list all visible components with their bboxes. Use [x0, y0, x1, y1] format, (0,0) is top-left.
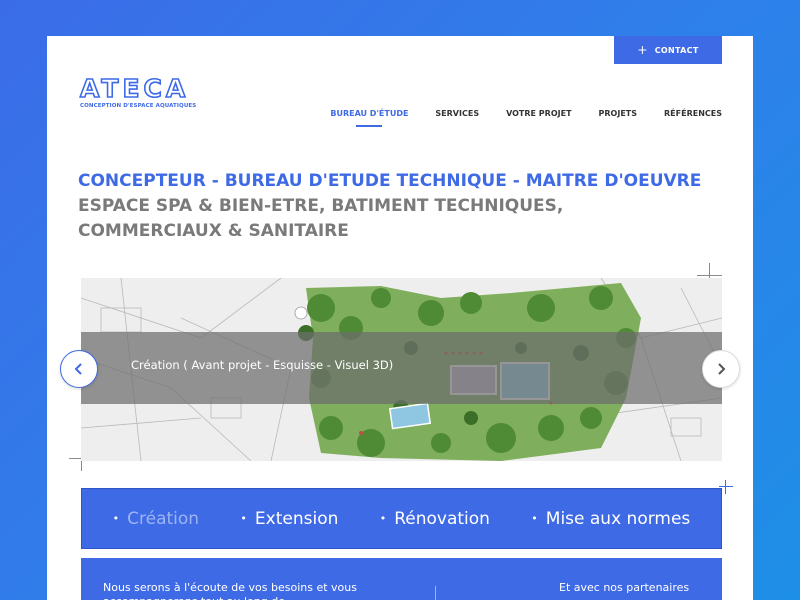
services-bar: • Création • Extension • Rénovation • Mi… — [81, 488, 722, 549]
chevron-left-icon — [74, 363, 82, 375]
nav-item-references[interactable]: RÉFÉRENCES — [664, 109, 722, 118]
slider-prev-button[interactable] — [60, 350, 98, 388]
partners-text: Et avec nos partenaires — [559, 581, 690, 594]
plus-icon: + — [637, 43, 648, 57]
service-label: Création — [127, 508, 200, 529]
bullet-icon: • — [531, 512, 538, 525]
service-mise-aux-normes[interactable]: • Mise aux normes — [531, 509, 690, 529]
logo-tagline: CONCEPTION D'ESPACE AQUATIQUES — [80, 103, 197, 109]
chevron-right-icon — [718, 363, 726, 375]
headline-line-1: CONCEPTEUR - BUREAU D'ETUDE TECHNIQUE - … — [78, 171, 702, 191]
logo-wordmark: ATECA — [79, 74, 190, 103]
nav-item-bureau-etude[interactable]: BUREAU D'ÉTUDE — [330, 109, 408, 118]
service-creation[interactable]: • Création — [113, 509, 199, 529]
intro-text: Nous serons à l'écoute de vos besoins et… — [103, 581, 357, 600]
contact-button[interactable]: + CONTACT — [614, 36, 722, 64]
service-label: Rénovation — [394, 508, 490, 529]
panel-divider — [435, 586, 436, 600]
service-label: Extension — [254, 508, 339, 529]
slide-caption-bar: Création ( Avant projet - Esquisse - Vis… — [81, 332, 722, 404]
slider-next-button[interactable] — [702, 350, 740, 388]
logo[interactable]: ATECA CONCEPTION D'ESPACE AQUATIQUES — [79, 74, 197, 109]
main-nav: BUREAU D'ÉTUDE SERVICES VOTRE PROJET PRO… — [330, 109, 722, 118]
service-extension[interactable]: • Extension — [240, 509, 338, 529]
bullet-icon: • — [112, 512, 120, 525]
nav-item-votre-projet[interactable]: VOTRE PROJET — [506, 109, 571, 118]
service-renovation[interactable]: • Rénovation — [380, 509, 490, 529]
intro-panel: Nous serons à l'écoute de vos besoins et… — [81, 558, 722, 600]
slide-caption: Création ( Avant projet - Esquisse - Vis… — [131, 358, 394, 372]
bullet-icon: • — [379, 512, 387, 525]
service-label: Mise aux normes — [545, 508, 691, 529]
nav-item-projets[interactable]: PROJETS — [599, 109, 637, 118]
page-headline: CONCEPTEUR - BUREAU D'ETUDE TECHNIQUE - … — [78, 169, 728, 244]
page-card: + CONTACT ATECA CONCEPTION D'ESPACE AQUA… — [47, 36, 753, 600]
hero-slider: Création ( Avant projet - Esquisse - Vis… — [81, 278, 722, 461]
bullet-icon: • — [240, 512, 247, 525]
headline-line-3: COMMERCIAUX & SANITAIRE — [78, 221, 349, 241]
contact-label: CONTACT — [654, 45, 699, 55]
headline-line-2: ESPACE SPA & BIEN-ETRE, BATIMENT TECHNIQ… — [78, 196, 564, 216]
nav-item-services[interactable]: SERVICES — [435, 109, 479, 118]
